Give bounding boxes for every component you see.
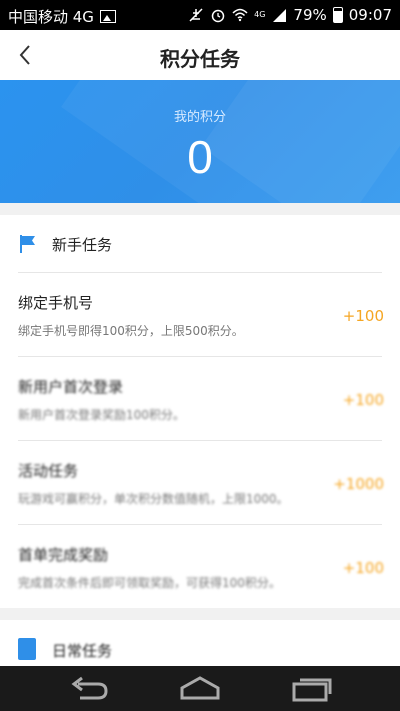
- task-description: 玩游戏可赢积分，单次积分数值随机，上限1000。: [18, 492, 289, 506]
- task-item[interactable]: 绑定手机号 绑定手机号即得100积分，上限500积分。 +100: [0, 274, 400, 357]
- divider: [18, 524, 382, 525]
- mute-icon: [189, 8, 203, 22]
- section-header-daily: 日常任务: [0, 620, 400, 666]
- task-description: 绑定手机号即得100积分，上限500积分。: [18, 324, 244, 338]
- section-gap: [0, 608, 400, 620]
- clock: 09:07: [348, 6, 392, 24]
- section-gap: [0, 203, 400, 215]
- signal-icon: [273, 9, 287, 22]
- task-item[interactable]: 首单完成奖励 完成首次条件后即可领取奖励，可获得100积分。 +100: [0, 526, 400, 609]
- recent-apps-icon[interactable]: [282, 672, 342, 706]
- task-points: +100: [342, 307, 384, 325]
- task-item[interactable]: 新用户首次登录 新用户首次登录奖励100积分。 +100: [0, 358, 400, 441]
- task-title: 活动任务: [18, 462, 79, 480]
- task-title: 新用户首次登录: [18, 378, 124, 396]
- task-description: 完成首次条件后即可领取奖励，可获得100积分。: [18, 576, 281, 590]
- task-points: +100: [342, 391, 384, 409]
- task-description: 新用户首次登录奖励100积分。: [18, 408, 185, 422]
- image-notification-icon: [99, 10, 116, 23]
- battery-icon: [332, 7, 343, 23]
- status-bar: 中国移动 4G 4G 79% 09:07: [0, 0, 400, 30]
- points-banner: 我的积分 0: [0, 80, 400, 203]
- task-title: 首单完成奖励: [18, 546, 109, 564]
- system-nav-bar: [0, 666, 400, 711]
- top-bar: 积分任务: [0, 30, 400, 80]
- carrier-label: 中国移动 4G: [8, 8, 94, 26]
- section-header-newbie: 新手任务: [0, 215, 400, 273]
- task-item[interactable]: 活动任务 玩游戏可赢积分，单次积分数值随机，上限1000。 +1000: [0, 442, 400, 525]
- section-title: 新手任务: [52, 236, 113, 254]
- divider: [18, 272, 382, 273]
- network-type-label: 4G: [254, 10, 266, 19]
- my-points-label: 我的积分: [173, 110, 226, 125]
- divider: [18, 440, 382, 441]
- document-icon: [18, 638, 36, 660]
- task-points: +1000: [333, 475, 384, 493]
- divider: [18, 356, 382, 357]
- my-points-value: 0: [187, 131, 213, 183]
- home-icon[interactable]: [170, 672, 230, 706]
- section-title: 日常任务: [52, 642, 113, 660]
- page-title: 积分任务: [160, 47, 240, 71]
- battery-percent: 79%: [293, 6, 327, 24]
- flag-icon: [20, 235, 35, 253]
- task-points: +100: [342, 559, 384, 577]
- back-arrow-icon[interactable]: [58, 672, 118, 706]
- wifi-icon: [232, 8, 248, 22]
- task-title: 绑定手机号: [18, 294, 94, 312]
- alarm-icon: [211, 9, 225, 23]
